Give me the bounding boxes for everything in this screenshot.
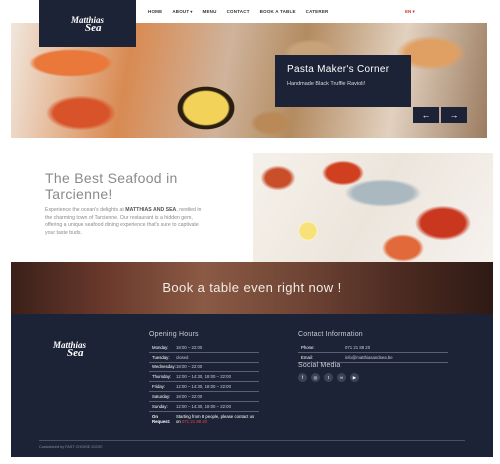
hours-day: Sunday: (152, 403, 168, 409)
footer: Matthias Sea Opening Hours Monday: 18:00 … (11, 314, 493, 457)
hours-day: Friday: (152, 384, 166, 390)
contact-table: Phone: 071 21 88 20 Email: info@matthiasan… (298, 343, 448, 363)
opening-hours-table: Monday: 18:00 – 22:00 Tuesday: closed Wedn… (149, 343, 259, 427)
logo-wordmark: Matthias Sea (71, 15, 104, 34)
hours-time: 18:00 – 22:00 (176, 393, 203, 399)
tripadvisor-icon[interactable]: ∞ (337, 373, 346, 382)
chevron-down-icon: ▾ (190, 9, 193, 14)
table-row: Sunday: 12:00 – 14:30, 18:00 – 22:00 (149, 402, 259, 412)
table-row: Saturday: 18:00 – 22:00 (149, 392, 259, 402)
contact-key: Phone: (301, 344, 315, 350)
intro-text: Experience the ocean's delights at MATTH… (45, 207, 210, 237)
hours-day: Wednesday: (152, 364, 176, 370)
contact-key: Email: (301, 354, 313, 360)
table-row: Phone: 071 21 88 20 (298, 343, 448, 353)
footer-credit: Customized by FAST CHOISE 2023© (39, 445, 103, 449)
slider-prev-arrow-icon[interactable]: ← (413, 107, 439, 123)
nav-menu: HOME ABOUT▾ MENU CONTACT BOOK A TABLE CA… (148, 9, 328, 14)
nav-label: MENU (202, 9, 217, 14)
banner-text: Book a table even right now ! (162, 280, 342, 295)
book-table-banner[interactable]: Book a table even right now ! (11, 262, 493, 314)
nav-label: ABOUT (172, 9, 190, 14)
hero-caption: Pasta Maker's Corner Handmade Black Truf… (275, 55, 411, 107)
table-row: Monday: 18:00 – 22:00 (149, 343, 259, 353)
nav-label: CONTACT (226, 9, 250, 14)
hours-time: 12:00 – 14:30, 18:00 – 22:00 (176, 403, 231, 409)
table-row: Thursday: 12:00 – 14:30, 18:00 – 22:00 (149, 372, 259, 383)
nav-item-contact[interactable]: CONTACT (227, 9, 250, 14)
hours-day: Saturday: (152, 393, 171, 399)
social-icons: f ◎ t ∞ ▶ (298, 373, 359, 382)
opening-hours-title: Opening Hours (149, 331, 199, 338)
footer-logo-name-bottom: Sea (67, 347, 84, 359)
hours-day: Monday: (152, 344, 169, 350)
hours-time: 12:00 – 14:30, 18:00 – 22:00 (176, 374, 231, 380)
nav-item-home[interactable]: HOME (148, 9, 162, 14)
email-link[interactable]: info@matthiasandsea.be (345, 355, 393, 360)
intro-title: The Best Seafood in Tarcienne! (45, 170, 178, 202)
instagram-icon[interactable]: ◎ (311, 373, 320, 382)
table-row: Friday: 12:00 – 14:30, 18:00 – 22:00 (149, 382, 259, 392)
hours-time: 18:00 – 22:00 (176, 344, 203, 350)
site-logo[interactable]: Matthias Sea (39, 0, 136, 47)
on-request-row: On Request: Starting from 8 people, plea… (149, 412, 259, 427)
nav-label: HOME (148, 9, 163, 14)
intro-text-part: Experience the ocean's delights at (45, 207, 126, 213)
slider-next-arrow-icon[interactable]: → (441, 107, 467, 123)
facebook-icon[interactable]: f (298, 373, 307, 382)
footer-logo: Matthias Sea (53, 341, 86, 359)
nav-item-menu[interactable]: MENU (203, 9, 217, 14)
request-phone-link[interactable]: 071 21 88 20 (182, 419, 207, 424)
footer-divider (39, 440, 465, 441)
hours-day: On Request: (152, 413, 171, 424)
social-media-title: Social Media (298, 362, 341, 369)
hours-time: 18:00 – 22:00 (176, 364, 203, 370)
logo-name-bottom: Sea (84, 21, 102, 34)
hours-time: closed (176, 354, 189, 360)
nav-label: CATERER (305, 9, 329, 14)
nav-item-book-a-table[interactable]: BOOK A TABLE (260, 9, 296, 14)
youtube-icon[interactable]: ▶ (350, 373, 359, 382)
hours-time: 12:00 – 14:30, 18:00 – 22:00 (176, 384, 231, 390)
top-navigation: Matthias Sea HOME ABOUT▾ MENU CONTACT BO… (0, 0, 500, 47)
table-row: Wednesday: 18:00 – 22:00 (149, 363, 259, 373)
nav-item-caterer[interactable]: CATERER (306, 9, 329, 14)
seafood-platter-image (253, 153, 493, 262)
contact-information-title: Contact Information (298, 331, 363, 338)
hours-time: Starting from 8 people, please contact u… (176, 414, 259, 425)
language-selector[interactable]: EN ▾ (405, 9, 415, 15)
twitter-icon[interactable]: t (324, 373, 333, 382)
nav-item-about[interactable]: ABOUT▾ (172, 9, 192, 14)
hours-day: Tuesday: (152, 354, 170, 360)
hours-day: Thursday: (152, 374, 172, 380)
hero-subtitle: Handmade Black Truffle Ravioli! (287, 81, 366, 87)
phone-link[interactable]: 071 21 88 20 (345, 345, 370, 350)
nav-label: BOOK A TABLE (259, 9, 296, 14)
hero-title: Pasta Maker's Corner (287, 64, 390, 75)
intro-brand-name: MATTHIAS AND SEA (125, 207, 177, 213)
table-row: Tuesday: closed (149, 353, 259, 363)
